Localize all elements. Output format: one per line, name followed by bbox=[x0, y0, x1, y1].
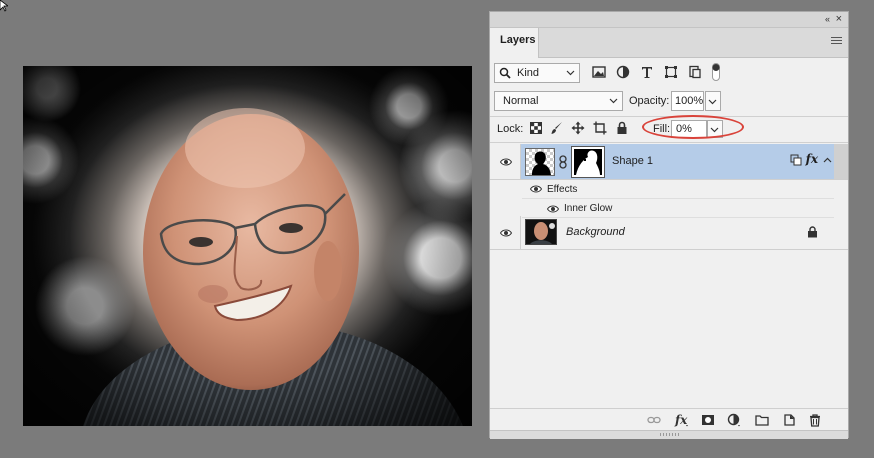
smart-object-filter-icon[interactable] bbox=[688, 65, 702, 79]
fx-badge-icon[interactable]: fx bbox=[806, 152, 818, 166]
adjustment-filter-icon[interactable] bbox=[616, 65, 630, 79]
vector-layer-thumbnail[interactable] bbox=[525, 148, 555, 176]
layer-name[interactable]: Shape 1 bbox=[612, 155, 653, 167]
silhouette-icon bbox=[532, 151, 551, 175]
link-icon[interactable] bbox=[558, 155, 568, 169]
search-icon bbox=[499, 67, 511, 79]
scrollbar[interactable] bbox=[834, 144, 848, 179]
layer-name[interactable]: Background bbox=[566, 226, 625, 238]
visibility-toggle[interactable] bbox=[490, 144, 521, 179]
layer-filter-row: Kind bbox=[490, 62, 848, 84]
lock-all-icon[interactable] bbox=[615, 121, 629, 135]
layer-row-shape-1[interactable]: Shape 1 fx bbox=[490, 144, 848, 180]
eye-icon[interactable] bbox=[547, 205, 559, 213]
lock-position-icon[interactable] bbox=[571, 121, 585, 135]
layers-bottom-toolbar: fx bbox=[490, 408, 848, 431]
opacity-dropdown-button[interactable] bbox=[705, 91, 721, 111]
new-group-icon[interactable] bbox=[755, 413, 769, 427]
new-layer-icon[interactable] bbox=[782, 413, 796, 427]
smart-filter-icon[interactable] bbox=[790, 154, 802, 166]
layer-row-background[interactable]: Background bbox=[490, 216, 848, 250]
panel-title-bar[interactable]: « × bbox=[490, 12, 848, 28]
filter-toggle-switch[interactable] bbox=[712, 63, 720, 81]
close-panel-icon[interactable]: × bbox=[836, 13, 842, 25]
layers-panel: « × Layers Kind Normal Opacity: 100% Loc… bbox=[489, 11, 849, 439]
new-adjustment-icon[interactable] bbox=[727, 413, 741, 427]
layer-mask-thumbnail[interactable] bbox=[571, 146, 605, 178]
shape-filter-icon[interactable] bbox=[664, 65, 678, 79]
link-layers-icon[interactable] bbox=[647, 413, 661, 427]
chevron-down-icon bbox=[609, 98, 618, 104]
blend-mode-value: Normal bbox=[503, 95, 539, 107]
effect-name: Inner Glow bbox=[564, 203, 613, 214]
collapse-panel-icon[interactable]: « bbox=[825, 14, 830, 24]
image-filter-icon[interactable] bbox=[592, 65, 606, 79]
background-layer-thumbnail[interactable] bbox=[525, 219, 557, 245]
add-mask-icon[interactable] bbox=[701, 413, 715, 427]
delete-layer-icon[interactable] bbox=[808, 413, 822, 427]
lock-transparent-pixels-icon[interactable] bbox=[529, 121, 543, 135]
portrait-thumbnail-image bbox=[526, 220, 556, 244]
visibility-toggle[interactable] bbox=[490, 216, 521, 249]
mouse-cursor-icon bbox=[0, 0, 8, 12]
blend-opacity-row: Normal Opacity: 100% bbox=[490, 90, 848, 112]
filter-kind-label: Kind bbox=[517, 67, 540, 79]
add-style-icon[interactable]: fx bbox=[674, 413, 690, 427]
effects-group-row[interactable]: Effects bbox=[522, 180, 834, 199]
type-filter-icon[interactable] bbox=[640, 65, 654, 79]
layer-lock-icon[interactable] bbox=[807, 226, 818, 238]
lock-label: Lock: bbox=[497, 123, 524, 135]
filter-kind-select[interactable]: Kind bbox=[494, 63, 580, 83]
opacity-label: Opacity: bbox=[629, 95, 670, 107]
effects-label: Effects bbox=[547, 184, 578, 195]
chevron-down-icon bbox=[566, 70, 575, 76]
eye-icon bbox=[500, 158, 512, 166]
blend-mode-select[interactable]: Normal bbox=[494, 91, 623, 111]
chevron-down-icon bbox=[708, 99, 717, 105]
eye-icon bbox=[500, 229, 512, 237]
eye-icon[interactable] bbox=[530, 185, 542, 193]
tab-layers[interactable]: Layers bbox=[490, 28, 539, 58]
opacity-input[interactable]: 100% bbox=[671, 91, 704, 111]
panel-menu-icon[interactable] bbox=[831, 37, 842, 45]
svg-text:fx: fx bbox=[674, 413, 688, 427]
document-canvas[interactable] bbox=[23, 66, 472, 426]
fill-highlight-annotation bbox=[642, 115, 744, 139]
panel-resize-grip[interactable] bbox=[490, 430, 848, 439]
layers-list: Shape 1 fx Effects Inner Glow Background bbox=[490, 144, 848, 412]
lock-artboard-icon[interactable] bbox=[593, 121, 607, 135]
chevron-up-icon[interactable] bbox=[823, 156, 832, 165]
mask-silhouette-icon bbox=[576, 150, 600, 175]
panel-tab-bar: Layers bbox=[490, 28, 848, 58]
lock-image-pixels-icon[interactable] bbox=[550, 121, 564, 135]
